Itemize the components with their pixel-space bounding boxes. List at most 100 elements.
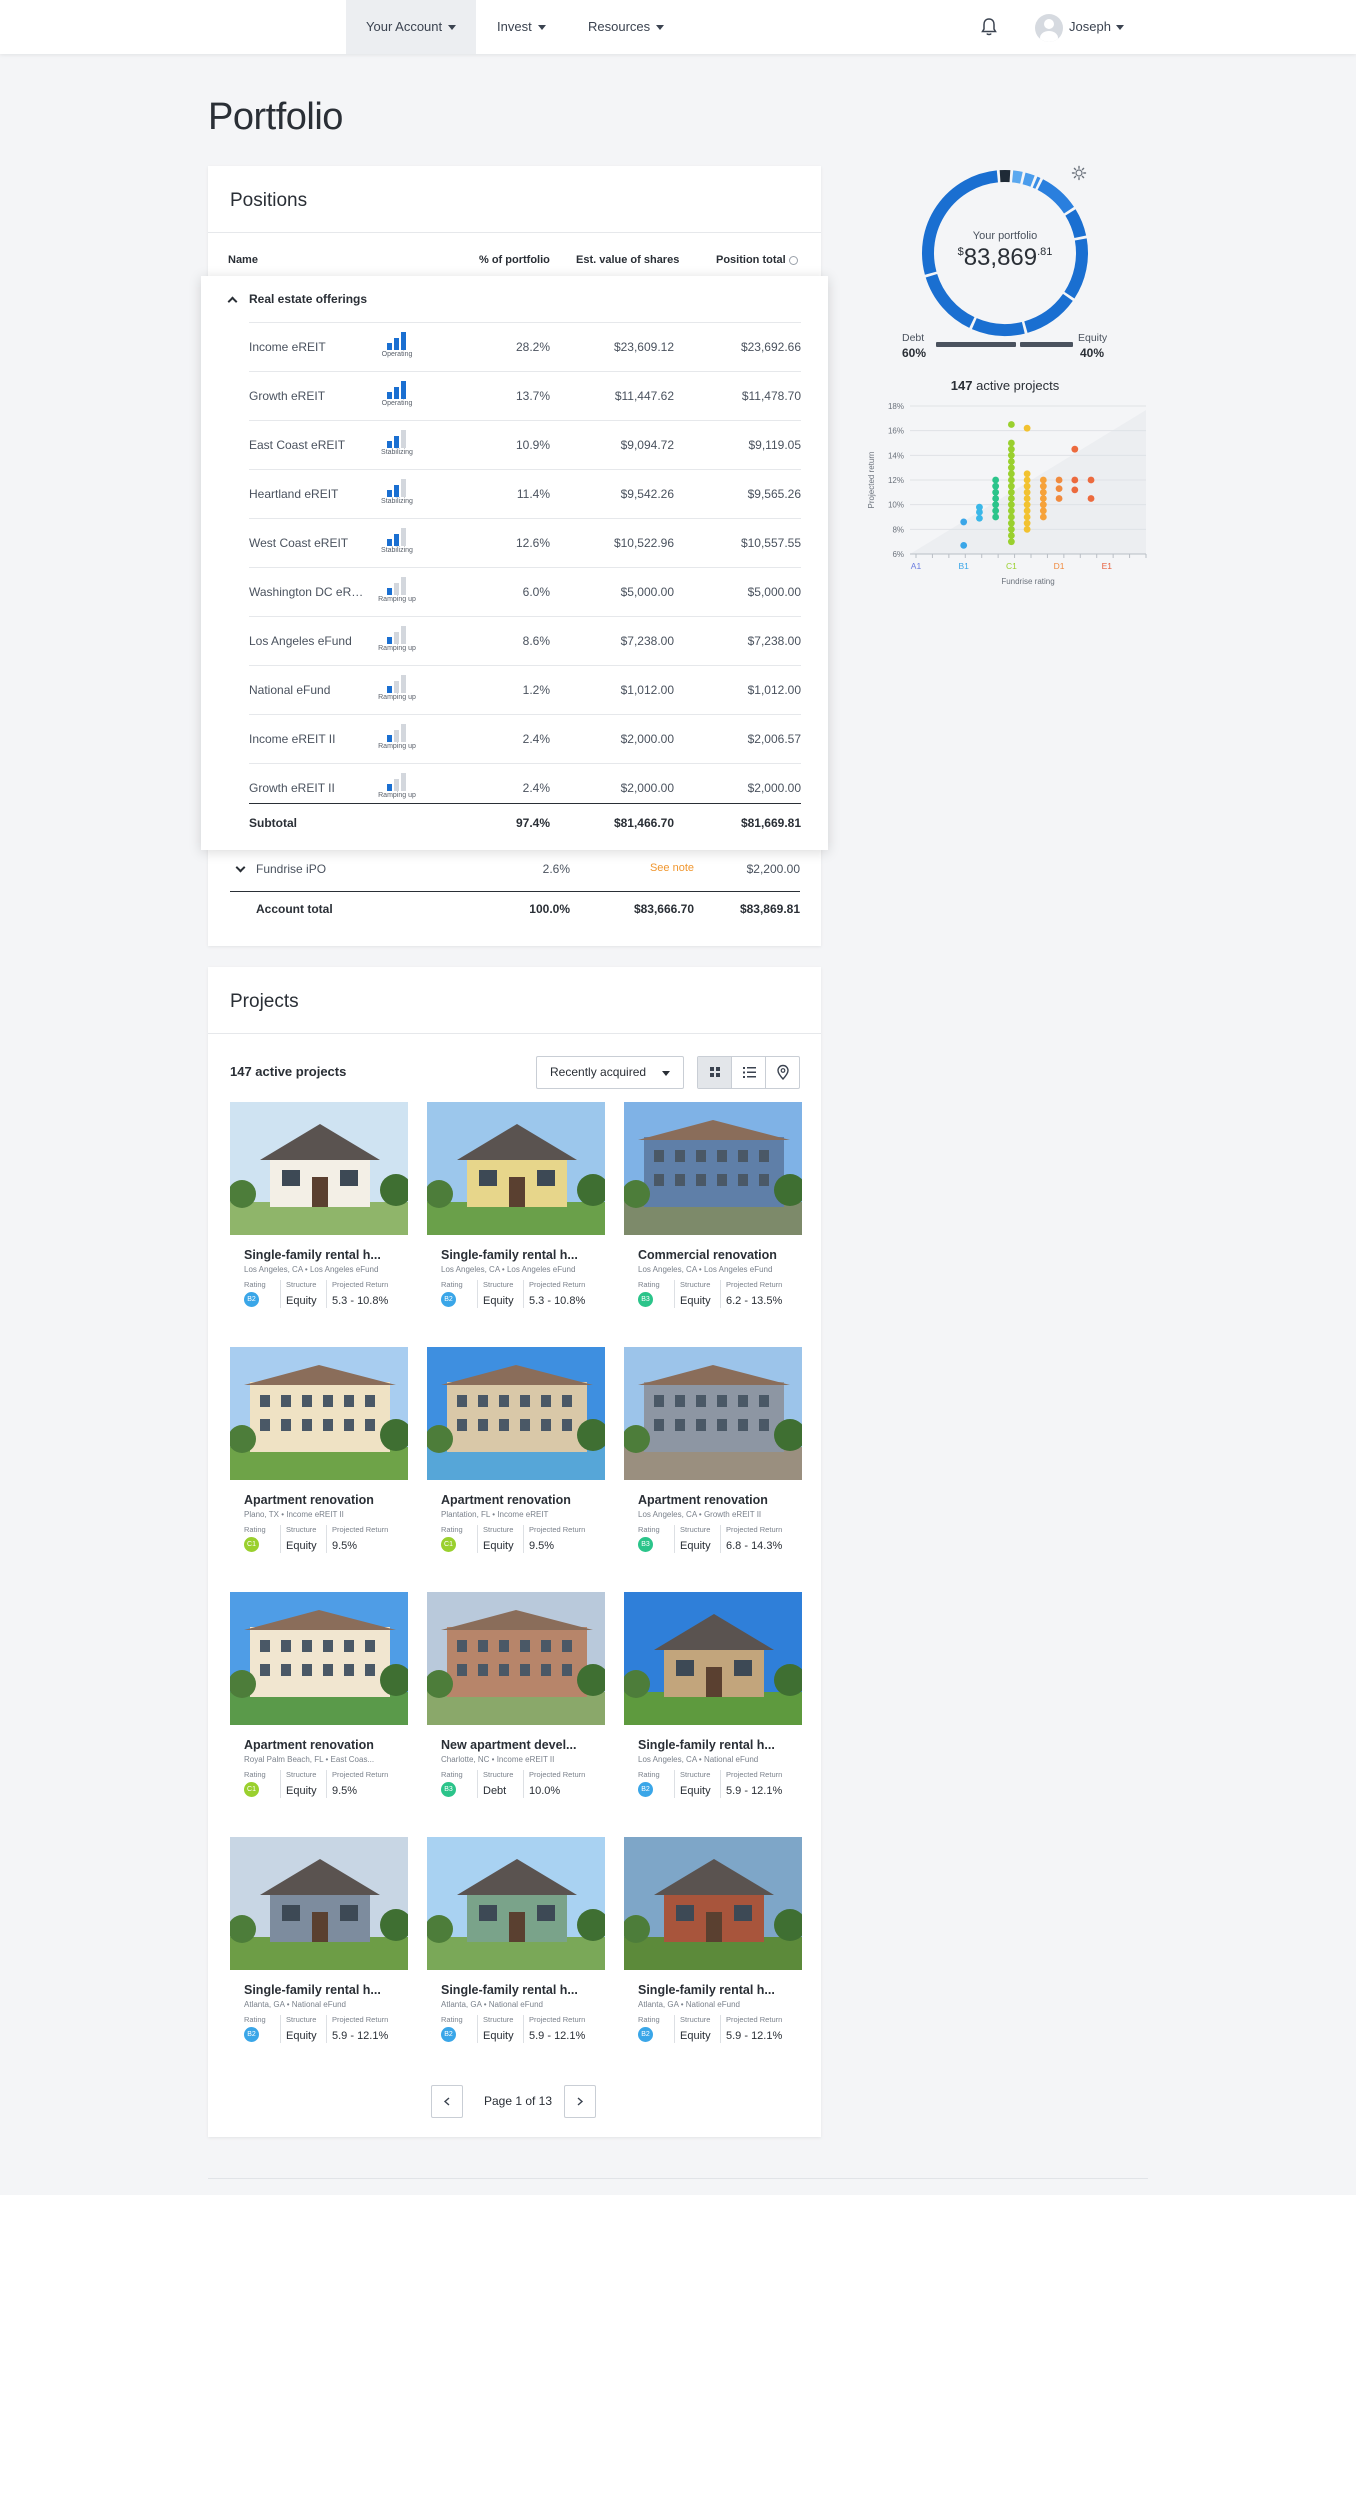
project-card[interactable]: Apartment renovation Los Angeles, CA • Gr… — [624, 1347, 802, 1567]
project-image[interactable] — [624, 1102, 802, 1235]
scatter-point — [1023, 513, 1031, 521]
see-note-link[interactable]: See note — [650, 862, 694, 874]
rating-label: Rating — [638, 2015, 660, 2024]
scatter-point — [1039, 501, 1047, 509]
list-view-button[interactable] — [732, 1057, 766, 1088]
project-image[interactable] — [230, 1837, 408, 1970]
project-title[interactable]: Apartment renovation — [638, 1493, 794, 1507]
header-name: Name — [228, 254, 258, 266]
signal-bars-icon — [387, 379, 409, 399]
scatter-point — [1039, 476, 1047, 484]
scatter-point — [960, 518, 968, 526]
table-row[interactable]: Growth eREIT Operating 13.7% $11,447.62 $11,… — [249, 371, 801, 420]
y-tick-label: 6% — [892, 550, 904, 559]
project-title[interactable]: Apartment renovation — [244, 1493, 400, 1507]
project-card[interactable]: Single-family rental h... Los Angeles, CA… — [230, 1102, 408, 1322]
sort-select[interactable]: Recently acquired — [536, 1056, 684, 1089]
bell-icon[interactable] — [980, 17, 998, 37]
table-row-ipo[interactable]: Fundrise iPO 2.6% See note $2,200.00 — [230, 854, 800, 884]
project-image[interactable] — [230, 1592, 408, 1725]
project-card[interactable]: Single-family rental h... Atlanta, GA • N… — [624, 1837, 802, 2057]
table-row[interactable]: East Coast eREIT Stabilizing 10.9% $9,094.7… — [249, 420, 801, 469]
chevron-down-icon[interactable] — [235, 862, 246, 873]
project-image[interactable] — [624, 1592, 802, 1725]
project-title[interactable]: Apartment renovation — [441, 1493, 597, 1507]
status-bar — [401, 577, 406, 595]
project-card[interactable]: Apartment renovation Plano, TX • Income e… — [230, 1347, 408, 1567]
project-image[interactable] — [230, 1347, 408, 1480]
project-title[interactable]: Single-family rental h... — [244, 1983, 400, 1997]
structure-label: Structure — [286, 1280, 317, 1289]
project-card[interactable]: Single-family rental h... Atlanta, GA • N… — [427, 1837, 605, 2057]
status-bar — [387, 686, 392, 693]
project-title[interactable]: New apartment devel... — [441, 1738, 597, 1752]
project-title[interactable]: Single-family rental h... — [638, 1738, 794, 1752]
table-row[interactable]: Los Angeles eFund Ramping up 8.6% $7,238.00… — [249, 616, 801, 665]
grid-view-button[interactable] — [698, 1057, 732, 1088]
subtotal-label: Subtotal — [249, 816, 297, 830]
project-image[interactable] — [427, 1102, 605, 1235]
project-image[interactable] — [427, 1347, 605, 1480]
project-structure: Equity — [680, 1540, 711, 1552]
gear-icon[interactable] — [1070, 164, 1088, 182]
subtotal-row: Subtotal 97.4% $81,466.70 $81,669.81 — [249, 803, 801, 843]
status-bar — [387, 637, 392, 644]
project-card[interactable]: Commercial renovation Los Angeles, CA • L… — [624, 1102, 802, 1322]
project-title[interactable]: Single-family rental h... — [244, 1248, 400, 1262]
project-title[interactable]: Apartment renovation — [244, 1738, 400, 1752]
donut-segment — [1011, 170, 1023, 184]
status-bar — [401, 626, 406, 644]
prev-page-button[interactable] — [431, 2085, 463, 2118]
scatter-point — [1007, 525, 1015, 533]
nav-invest[interactable]: Invest — [477, 0, 566, 54]
project-title[interactable]: Single-family rental h... — [441, 1248, 597, 1262]
rating-label: Rating — [638, 1280, 660, 1289]
chevron-up-icon[interactable] — [227, 296, 238, 307]
project-image[interactable] — [230, 1102, 408, 1235]
project-card[interactable]: Apartment renovation Plantation, FL • Inc… — [427, 1347, 605, 1567]
nav-resources[interactable]: Resources — [568, 0, 684, 54]
table-row[interactable]: National eFund Ramping up 1.2% $1,012.00 $1,… — [249, 665, 801, 714]
project-image[interactable] — [427, 1837, 605, 1970]
table-row[interactable]: Washington DC eREIT Ramping up 6.0% $5,000.… — [249, 567, 801, 616]
nav-your-account[interactable]: Your Account — [346, 0, 477, 54]
rating-badge: B2 — [638, 1782, 653, 1797]
info-icon[interactable] — [788, 255, 798, 265]
table-row[interactable]: Income eREIT II Ramping up 2.4% $2,000.00 $2… — [249, 714, 801, 763]
scatter-point — [1071, 486, 1079, 494]
project-image[interactable] — [624, 1347, 802, 1480]
y-tick-label: 8% — [892, 525, 904, 534]
project-image[interactable] — [427, 1592, 605, 1725]
project-card[interactable]: Single-family rental h... Atlanta, GA • N… — [230, 1837, 408, 2057]
next-page-button[interactable] — [564, 2085, 596, 2118]
scatter-point — [1007, 538, 1015, 546]
project-card[interactable]: Single-family rental h... Los Angeles, CA… — [427, 1102, 605, 1322]
table-row[interactable]: Income eREIT Operating 28.2% $23,609.12 $23,… — [249, 322, 801, 371]
map-view-button[interactable] — [766, 1057, 800, 1088]
debt-value: 60% — [902, 346, 927, 360]
status-bar — [387, 735, 392, 742]
divider — [208, 1033, 821, 1034]
header-total: Position total — [716, 254, 798, 266]
group-label: Real estate offerings — [249, 292, 368, 306]
rating-badge: C1 — [441, 1537, 456, 1552]
project-image[interactable] — [624, 1837, 802, 1970]
return-label: Projected Return — [332, 2015, 389, 2024]
project-card[interactable]: New apartment devel... Charlotte, NC • In… — [427, 1592, 605, 1812]
project-title[interactable]: Commercial renovation — [638, 1248, 794, 1262]
table-row[interactable]: West Coast eREIT Stabilizing 12.6% $10,522.… — [249, 518, 801, 567]
project-location: Plano, TX • Income eREIT II — [244, 1510, 344, 1519]
table-row[interactable]: Heartland eREIT Stabilizing 11.4% $9,542.26… — [249, 469, 801, 518]
project-card[interactable]: Apartment renovation Royal Palm Beach, FL… — [230, 1592, 408, 1812]
return-label: Projected Return — [726, 1770, 783, 1779]
return-label: Projected Return — [726, 1525, 783, 1534]
debt-label: Debt — [902, 332, 925, 344]
project-card[interactable]: Single-family rental h... Los Angeles, CA… — [624, 1592, 802, 1812]
scatter-point — [1087, 476, 1095, 484]
user-menu[interactable]: Joseph — [1035, 12, 1124, 42]
row-est: $7,238.00 — [620, 634, 674, 648]
project-title[interactable]: Single-family rental h... — [441, 1983, 597, 1997]
group-header[interactable]: Real estate offerings — [201, 276, 828, 322]
y-tick-label: 12% — [888, 476, 904, 485]
project-title[interactable]: Single-family rental h... — [638, 1983, 794, 1997]
